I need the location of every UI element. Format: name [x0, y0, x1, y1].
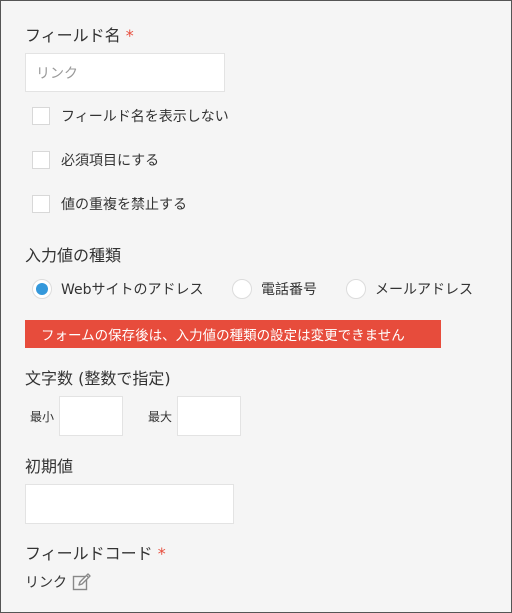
field-code-label: フィールドコード [25, 544, 153, 563]
radio-website-address[interactable]: Webサイトのアドレス [32, 278, 204, 300]
checkbox-box[interactable] [32, 151, 50, 169]
checkbox-required[interactable]: 必須項目にする [32, 149, 159, 171]
default-value-input[interactable] [25, 484, 234, 524]
checkbox-label: 必須項目にする [61, 153, 160, 169]
input-type-heading: 入力値の種類 [25, 246, 122, 265]
radio-label: Webサイトのアドレス [61, 282, 204, 298]
radio-button[interactable] [346, 279, 366, 299]
edit-pencil-icon[interactable] [71, 571, 93, 593]
field-code-value: リンク [25, 575, 67, 591]
char-count-heading: 文字数 (整数で指定) [25, 369, 171, 388]
field-code-heading: フィールドコード * [25, 540, 166, 564]
checkbox-unique[interactable]: 値の重複を禁止する [32, 193, 187, 215]
min-chars-input[interactable] [59, 396, 123, 436]
default-value-heading: 初期値 [25, 457, 74, 476]
field-name-input[interactable]: リンク [25, 53, 225, 92]
required-mark: * [125, 26, 134, 45]
checkbox-hide-field-name[interactable]: フィールド名を表示しない [32, 105, 229, 127]
field-name-placeholder: リンク [36, 66, 78, 82]
field-code-row: リンク [25, 571, 93, 593]
checkbox-box[interactable] [32, 195, 50, 213]
radio-button[interactable] [232, 279, 252, 299]
input-type-warning: フォームの保存後は、入力値の種類の設定は変更できません [25, 320, 441, 348]
required-mark: * [157, 544, 166, 563]
radio-phone-number[interactable]: 電話番号 [232, 278, 317, 300]
field-name-label: フィールド名 [25, 26, 121, 45]
checkbox-box[interactable] [32, 107, 50, 125]
checkbox-label: 値の重複を禁止する [61, 197, 187, 213]
radio-button[interactable] [32, 279, 52, 299]
min-label: 最小 [30, 410, 55, 424]
max-label: 最大 [148, 410, 173, 424]
radio-label: 電話番号 [261, 282, 317, 298]
field-name-heading: フィールド名 * [25, 22, 134, 46]
radio-selected-dot [36, 283, 48, 295]
field-settings-panel: フィールド名 * リンク フィールド名を表示しない 必須項目にする 値の重複を禁止… [0, 0, 512, 613]
radio-label: メールアドレス [375, 282, 473, 298]
max-chars-input[interactable] [177, 396, 241, 436]
checkbox-label: フィールド名を表示しない [61, 109, 229, 125]
radio-email-address[interactable]: メールアドレス [346, 278, 473, 300]
